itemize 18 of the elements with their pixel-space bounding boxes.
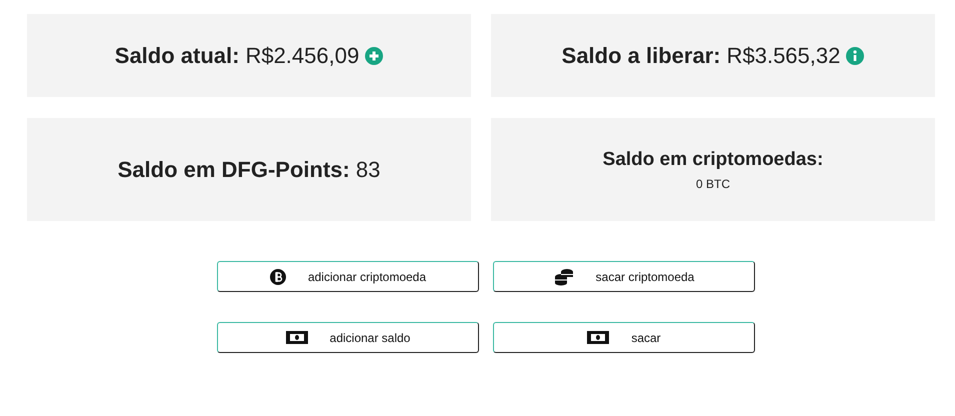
balance-label: Saldo em criptomoedas: [602,148,824,170]
bitcoin-icon [270,268,286,284]
action-button[interactable]: adicionar criptomoeda [217,261,479,292]
balance-label: Saldo a liberar: [562,42,721,68]
banknote-icon [286,331,308,344]
balance-value: R$3.565,32 [726,42,840,68]
action-button[interactable]: adicionar saldo [217,322,479,353]
coins-icon [554,268,574,286]
balance-label: Saldo em DFG-Points: [118,156,350,182]
action-button[interactable]: sacar [493,322,755,353]
banknote-icon [587,331,610,344]
balance-value: R$2.456,09 [245,42,360,68]
plus-icon[interactable] [365,46,384,64]
info-icon[interactable] [846,46,864,64]
balance-value: 0 BTC [696,176,730,190]
action-button[interactable]: sacar criptomoeda [493,261,755,292]
balance-label: Saldo atual: [114,42,240,68]
balance-value: 83 [356,156,380,182]
